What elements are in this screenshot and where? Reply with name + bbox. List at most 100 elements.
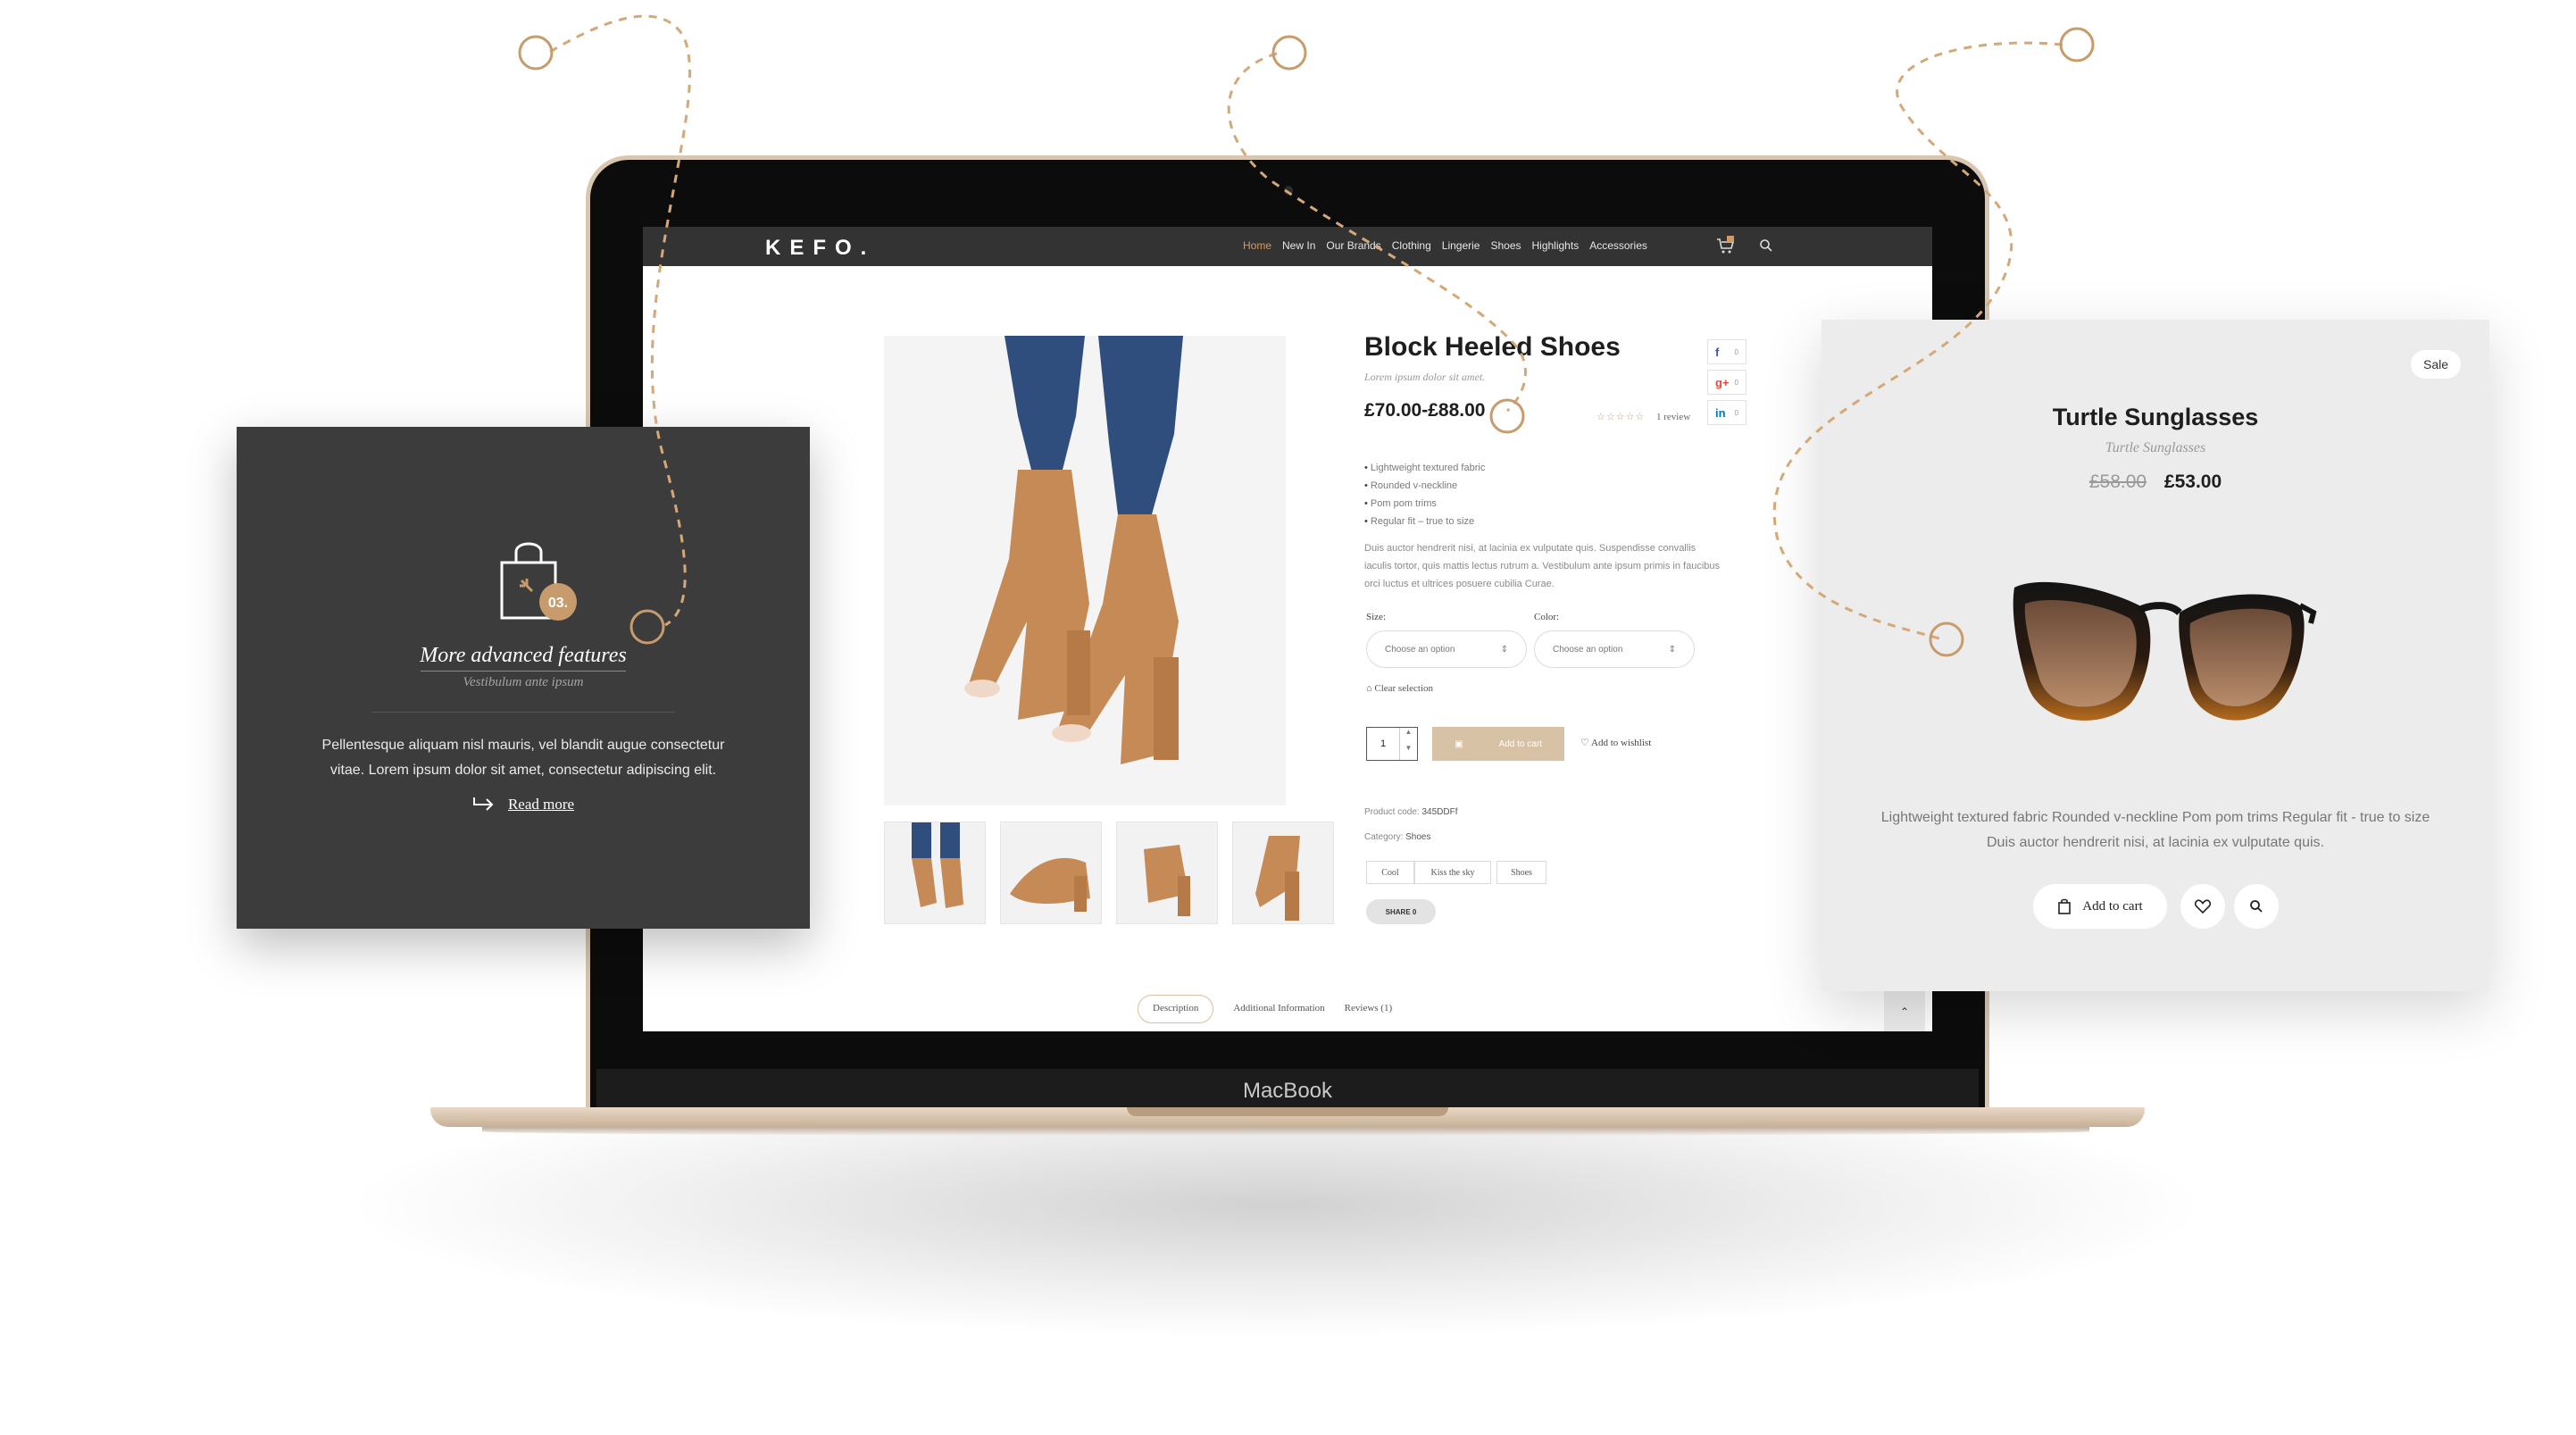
tab-reviews[interactable]: Reviews (1) — [1345, 1003, 1392, 1023]
chevron-up-icon[interactable]: ▲ — [1405, 728, 1413, 744]
product-features-list: Lightweight textured fabric Rounded v-ne… — [1364, 459, 1485, 530]
quantity-steps[interactable]: ▲ ▼ — [1399, 728, 1417, 760]
product-card-add-to-cart-label: Add to cart — [2082, 898, 2143, 914]
divider — [371, 712, 675, 713]
bag-icon — [2058, 898, 2072, 914]
quantity-value: 1 — [1380, 738, 1387, 749]
product-card-description: Lightweight textured fabric Rounded v-ne… — [1880, 810, 2430, 850]
product-thumbnail-2[interactable] — [1000, 822, 1102, 924]
menu-item-accessories[interactable]: Accessories — [1589, 239, 1647, 252]
social-share-column: f 0 g+ 0 in 0 — [1707, 339, 1747, 430]
menu-item-lingerie[interactable]: Lingerie — [1442, 239, 1480, 252]
feature-title-underline — [421, 671, 626, 672]
linkedin-share-count: 0 — [1734, 408, 1738, 417]
product-subtitle: Lorem ipsum dolor sit amet. — [1364, 371, 1486, 383]
product-thumbnail-4[interactable] — [1232, 822, 1334, 924]
product-tabs: Description Additional Information Revie… — [1138, 995, 1392, 1023]
menu-item-our-brands[interactable]: Our Brands — [1326, 239, 1380, 252]
read-more-label: Read more — [507, 796, 575, 813]
product-main-image[interactable] — [884, 336, 1286, 805]
search-icon — [2250, 900, 2263, 913]
heart-icon — [2195, 899, 2211, 914]
tab-description[interactable]: Description — [1138, 995, 1214, 1023]
product-card-subtitle: Turtle Sunglasses — [2105, 440, 2206, 455]
wishlist-label: Add to wishlist — [1591, 738, 1652, 748]
quantity-stepper[interactable]: 1 ▲ ▼ — [1366, 727, 1418, 761]
site-logo[interactable]: KEFO. — [765, 236, 875, 261]
quick-view-button[interactable] — [2234, 884, 2279, 929]
shopping-bag-icon: 03. — [489, 532, 588, 630]
tag-kiss-the-sky[interactable]: Kiss the sky — [1414, 861, 1491, 884]
laptop-foot-shadow — [482, 1127, 2089, 1136]
size-select-value: Choose an option — [1385, 644, 1455, 655]
product-thumbnail-3[interactable] — [1116, 822, 1218, 924]
facebook-icon: f — [1715, 345, 1720, 359]
add-to-cart-label: Add to cart — [1498, 738, 1542, 749]
sale-price: £53.00 — [2163, 471, 2222, 492]
product-price: £70.00-£88.00 — [1364, 400, 1486, 421]
product-code: Product code: 345DDFf — [1364, 807, 1458, 817]
google-plus-share-count: 0 — [1734, 378, 1738, 387]
menu-item-highlights[interactable]: Highlights — [1532, 239, 1580, 252]
cart-icon[interactable] — [1714, 235, 1736, 256]
scroll-to-top-button[interactable]: ⌃ — [1884, 991, 1925, 1031]
wishlist-button[interactable] — [2180, 884, 2225, 929]
category-value[interactable]: Shoes — [1405, 832, 1430, 842]
clear-icon: ⌂ — [1366, 683, 1375, 694]
facebook-share-count: 0 — [1734, 347, 1738, 356]
menu-item-home[interactable]: Home — [1243, 239, 1271, 252]
size-select[interactable]: Choose an option ⇕ — [1366, 630, 1527, 668]
clear-selection-link[interactable]: ⌂ Clear selection — [1366, 683, 1433, 694]
list-item: Lightweight textured fabric — [1364, 459, 1485, 477]
color-label: Color: — [1534, 612, 1560, 622]
linkedin-share-button[interactable]: in 0 — [1707, 400, 1747, 425]
select-arrows-icon: ⇕ — [1500, 644, 1508, 655]
share-button[interactable]: SHARE 0 — [1366, 899, 1436, 924]
old-price: £58.00 — [2088, 471, 2147, 492]
menu-item-shoes[interactable]: Shoes — [1490, 239, 1521, 252]
feature-card: 03. More advanced features Vestibulum an… — [237, 427, 810, 929]
menu-item-clothing[interactable]: Clothing — [1392, 239, 1431, 252]
feature-title: More advanced features — [420, 644, 627, 667]
product-thumbnail-1[interactable] — [884, 822, 986, 924]
laptop-camera — [1284, 186, 1293, 195]
sunglasses-image[interactable] — [2005, 570, 2318, 748]
add-to-cart-button[interactable]: ▣ Add to cart — [1432, 727, 1564, 761]
select-arrows-icon: ⇕ — [1668, 644, 1676, 655]
bag-icon: ▣ — [1455, 738, 1463, 749]
tab-additional-information[interactable]: Additional Information — [1233, 1003, 1324, 1023]
laptop-base — [430, 1107, 2145, 1127]
color-select-value: Choose an option — [1553, 644, 1623, 655]
laptop-screen: KEFO. Home New In Our Brands Clothing Li… — [643, 227, 1932, 1031]
list-item: Rounded v-neckline — [1364, 477, 1485, 495]
product-category: Category: Shoes — [1364, 832, 1431, 842]
linkedin-icon: in — [1715, 405, 1726, 420]
main-menu: Home New In Our Brands Clothing Lingerie… — [1243, 239, 1647, 252]
product-card: Sale Turtle Sunglasses Turtle Sunglasses… — [1822, 320, 2489, 991]
review-link[interactable]: 1 review — [1656, 412, 1690, 422]
read-more-link[interactable]: Read more — [237, 796, 810, 813]
chevron-down-icon[interactable]: ▼ — [1405, 744, 1413, 760]
feature-subtitle: Vestibulum ante ipsum — [463, 675, 584, 689]
product-card-title[interactable]: Turtle Sunglasses — [1822, 404, 2489, 431]
category-label: Category: — [1364, 832, 1404, 842]
tag-cool[interactable]: Cool — [1366, 861, 1414, 884]
list-item: Regular fit – true to size — [1364, 513, 1485, 530]
add-to-wishlist-link[interactable]: ♡ Add to wishlist — [1580, 737, 1651, 748]
product-title: Block Heeled Shoes — [1364, 332, 1621, 362]
product-card-add-to-cart-button[interactable]: Add to cart — [2033, 884, 2167, 929]
menu-item-new-in[interactable]: New In — [1282, 239, 1315, 252]
google-plus-share-button[interactable]: g+ 0 — [1707, 370, 1747, 395]
heart-icon: ♡ — [1580, 738, 1592, 748]
rating-stars: ☆☆☆☆☆ — [1596, 412, 1646, 422]
product-code-value: 345DDFf — [1421, 807, 1458, 817]
facebook-share-button[interactable]: f 0 — [1707, 339, 1747, 364]
color-select[interactable]: Choose an option ⇕ — [1534, 630, 1695, 668]
tag-shoes[interactable]: Shoes — [1496, 861, 1546, 884]
search-icon[interactable] — [1759, 238, 1773, 253]
product-card-prices: £58.00 £53.00 — [1822, 471, 2489, 493]
laptop-brand-label: MacBook — [1242, 1079, 1333, 1103]
site-navbar: KEFO. Home New In Our Brands Clothing Li… — [643, 227, 1932, 266]
laptop-notch — [1127, 1107, 1448, 1116]
google-plus-icon: g+ — [1715, 375, 1730, 389]
